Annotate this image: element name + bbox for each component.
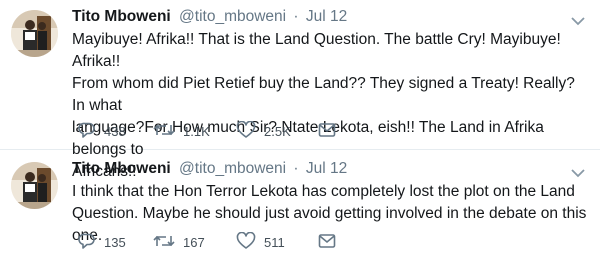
avatar[interactable] (11, 162, 58, 209)
chevron-down-icon[interactable] (570, 165, 586, 178)
like-button[interactable]: 511 (236, 231, 285, 253)
reply-icon (78, 232, 96, 253)
author-handle[interactable]: @tito_mboweni (179, 160, 286, 177)
chevron-down-icon[interactable] (570, 13, 586, 26)
like-count: 511 (264, 234, 285, 250)
reply-button[interactable]: 135 (78, 232, 126, 252)
retweet-icon (153, 121, 175, 142)
direct-message-button[interactable] (318, 232, 336, 252)
tweet-header: Tito Mboweni @tito_mboweni · Jul 12 (72, 7, 347, 27)
tweet-actions: 438 1.1K 2.5K (78, 120, 348, 142)
timestamp[interactable]: Jul 12 (306, 8, 347, 25)
tweet[interactable]: Tito Mboweni @tito_mboweni · Jul 12 I th… (0, 150, 600, 261)
retweet-count: 167 (183, 234, 205, 250)
separator: · (293, 8, 299, 25)
like-icon (236, 120, 256, 142)
avatar[interactable] (11, 10, 58, 57)
tweet-actions: 135 167 511 (78, 231, 348, 253)
author-name[interactable]: Tito Mboweni (72, 160, 171, 177)
reply-icon (78, 121, 96, 142)
retweet-icon (153, 232, 175, 253)
retweet-button[interactable]: 167 (153, 232, 205, 252)
like-button[interactable]: 2.5K (236, 120, 291, 142)
like-icon (236, 231, 256, 253)
timestamp[interactable]: Jul 12 (306, 160, 347, 177)
reply-count: 135 (104, 234, 126, 250)
author-handle[interactable]: @tito_mboweni (179, 8, 286, 25)
direct-message-icon (318, 233, 336, 252)
tweet-header: Tito Mboweni @tito_mboweni · Jul 12 (72, 159, 347, 179)
author-name[interactable]: Tito Mboweni (72, 8, 171, 25)
tweet[interactable]: Tito Mboweni @tito_mboweni · Jul 12 Mayi… (0, 0, 600, 180)
reply-count: 438 (104, 123, 126, 139)
reply-button[interactable]: 438 (78, 121, 126, 141)
separator: · (293, 160, 299, 177)
retweet-button[interactable]: 1.1K (153, 121, 210, 141)
direct-message-icon (318, 122, 336, 141)
retweet-count: 1.1K (183, 123, 210, 139)
like-count: 2.5K (264, 123, 291, 139)
direct-message-button[interactable] (318, 121, 336, 141)
